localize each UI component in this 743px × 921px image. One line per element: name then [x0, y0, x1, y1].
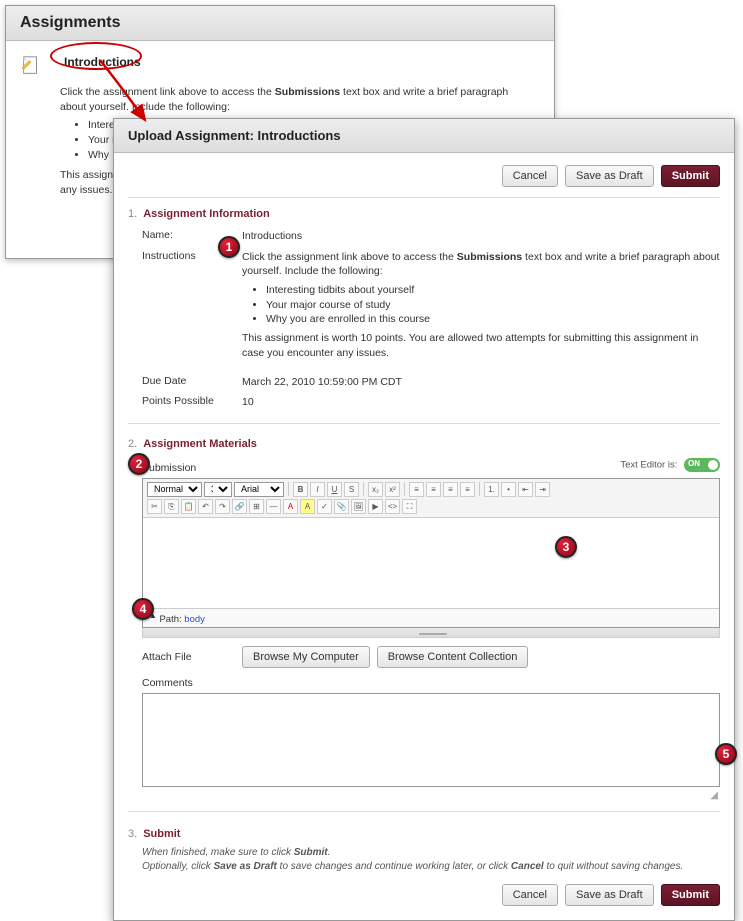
cancel-button-bottom[interactable]: Cancel [502, 884, 558, 906]
editor-path-bar: ▲ Path: body [143, 608, 719, 627]
upload-title: Upload Assignment: Introductions [128, 128, 720, 143]
editor-resize-grip[interactable] [142, 628, 720, 638]
intro-bold: Submissions [275, 86, 340, 98]
bottom-action-bar: Cancel Save as Draft Submit [128, 874, 720, 906]
section-title: Assignment Materials [143, 438, 257, 450]
media-icon[interactable]: ▶ [368, 499, 383, 514]
indent-icon[interactable]: ⇥ [535, 482, 550, 497]
align-center-icon[interactable]: ≡ [426, 482, 441, 497]
instr-bullet: Why you are enrolled in this course [266, 312, 720, 327]
name-value: Introductions [242, 229, 720, 244]
section-num: 1. [128, 208, 137, 220]
instr-bullets: Interesting tidbits about yourself Your … [266, 283, 720, 327]
page-title: Assignments [20, 14, 540, 32]
image-icon[interactable]: 🖼 [351, 499, 366, 514]
save-draft-button-bottom[interactable]: Save as Draft [565, 884, 654, 906]
editor-textarea[interactable] [143, 518, 719, 608]
introductions-link[interactable]: Introductions [60, 53, 145, 71]
paste-icon[interactable]: 📋 [181, 499, 196, 514]
bold-icon[interactable]: B [293, 482, 308, 497]
outdent-icon[interactable]: ⇤ [518, 482, 533, 497]
bg-color-icon[interactable]: A [300, 499, 315, 514]
strike-icon[interactable]: S [344, 482, 359, 497]
sub-icon[interactable]: x₂ [368, 482, 383, 497]
browse-collection-button[interactable]: Browse Content Collection [377, 646, 529, 668]
cancel-button[interactable]: Cancel [502, 165, 558, 187]
instr-bullet: Interesting tidbits about yourself [266, 283, 720, 298]
upload-assignment-panel: Upload Assignment: Introductions Cancel … [113, 118, 735, 921]
rich-text-editor: Normal 3 Arial B I U S x₂ x² [142, 478, 720, 628]
size-select[interactable]: 3 [204, 482, 232, 497]
toggle-state: ON [688, 459, 700, 468]
path-label: Path: [159, 614, 184, 625]
attach-file-label: Attach File [142, 651, 242, 663]
copy-icon[interactable]: ⎘ [164, 499, 179, 514]
section-3-head: 3. Submit [128, 818, 720, 846]
section-1-head: 1. Assignment Information [128, 198, 720, 226]
name-label: Name: [142, 229, 242, 244]
submit-button[interactable]: Submit [661, 165, 720, 187]
section-2-head: 2. Assignment Materials [128, 428, 720, 456]
list-ul-icon[interactable]: • [501, 482, 516, 497]
top-action-bar: Cancel Save as Draft Submit [128, 159, 720, 198]
intro-pre: Click the assignment link above to acces… [60, 86, 275, 98]
comments-textarea[interactable] [142, 693, 720, 787]
assignments-header: Assignments [6, 6, 554, 41]
instr-bold: Submissions [457, 251, 522, 263]
cut-icon[interactable]: ✂ [147, 499, 162, 514]
table-icon[interactable]: ⊞ [249, 499, 264, 514]
fullscreen-icon[interactable]: ⛶ [402, 499, 417, 514]
align-left-icon[interactable]: ≡ [409, 482, 424, 497]
upload-header: Upload Assignment: Introductions [114, 119, 734, 153]
section-title: Submit [143, 828, 180, 840]
instructions-value: Click the assignment link above to acces… [242, 250, 720, 361]
resize-grip-icon[interactable]: ◢ [128, 790, 720, 801]
submit-note: When finished, make sure to click Submit… [128, 846, 720, 874]
instr-footer: This assignment is worth 10 points. You … [242, 331, 720, 360]
align-right-icon[interactable]: ≡ [443, 482, 458, 497]
underline-icon[interactable]: U [327, 482, 342, 497]
text-editor-toggle[interactable]: Text Editor is: ON [620, 458, 720, 472]
instr-pre: Click the assignment link above to acces… [242, 251, 457, 263]
points-label: Points Possible [142, 395, 242, 410]
text-color-icon[interactable]: A [283, 499, 298, 514]
style-select[interactable]: Normal [147, 482, 202, 497]
source-icon[interactable]: <> [385, 499, 400, 514]
font-select[interactable]: Arial [234, 482, 284, 497]
due-date-value: March 22, 2010 10:59:00 PM CDT [242, 375, 720, 390]
comments-label: Comments [128, 677, 720, 689]
align-justify-icon[interactable]: ≡ [460, 482, 475, 497]
section-num: 2. [128, 438, 137, 450]
assignment-doc-icon [20, 55, 42, 77]
hr-icon[interactable]: — [266, 499, 281, 514]
toggle-on-icon[interactable]: ON [684, 458, 720, 472]
section-title: Assignment Information [143, 208, 270, 220]
path-body-link[interactable]: body [184, 614, 205, 625]
instr-bullet: Your major course of study [266, 298, 720, 313]
undo-icon[interactable]: ↶ [198, 499, 213, 514]
attach-icon[interactable]: 📎 [334, 499, 349, 514]
due-date-label: Due Date [142, 375, 242, 390]
editor-toolbar: Normal 3 Arial B I U S x₂ x² [143, 479, 719, 518]
section-num: 3. [128, 828, 137, 840]
instructions-label: Instructions [142, 250, 242, 361]
sup-icon[interactable]: x² [385, 482, 400, 497]
list-ol-icon[interactable]: 1. [484, 482, 499, 497]
italic-icon[interactable]: I [310, 482, 325, 497]
submit-button-bottom[interactable]: Submit [661, 884, 720, 906]
save-draft-button[interactable]: Save as Draft [565, 165, 654, 187]
points-value: 10 [242, 395, 720, 410]
redo-icon[interactable]: ↷ [215, 499, 230, 514]
link-icon[interactable]: 🔗 [232, 499, 247, 514]
spellcheck-icon[interactable]: ✓ [317, 499, 332, 514]
browse-computer-button[interactable]: Browse My Computer [242, 646, 370, 668]
toggle-label: Text Editor is: [620, 459, 677, 470]
